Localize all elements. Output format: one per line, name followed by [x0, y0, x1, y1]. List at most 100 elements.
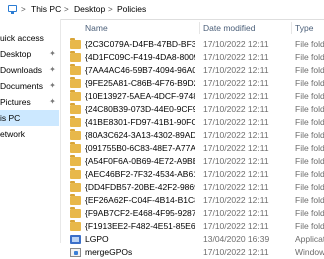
- file-row[interactable]: {7AA4AC46-59B7-4094-96A0-A88E90465... 17/…: [61, 64, 324, 77]
- file-name: {4D1FC09C-F419-4DA8-8009-CE9A04F1...: [85, 52, 195, 62]
- nav-item-label: Pictures: [0, 97, 31, 107]
- file-name: {EF26A62F-C04F-4B14-B1C8-379D36C5E...: [85, 195, 195, 205]
- file-date-modified: 17/10/2022 12:11: [203, 182, 269, 192]
- file-type: File folder: [295, 143, 324, 153]
- nav-item[interactable]: uick access: [0, 30, 59, 46]
- folder-icon: [70, 168, 81, 179]
- folder-icon: [70, 194, 81, 205]
- address-bar[interactable]: > This PC > Desktop > Policies: [0, 0, 324, 20]
- file-name: {9FE25A81-C86B-4F76-B9D2-147E9BED9...: [85, 78, 195, 88]
- file-row[interactable]: {24C80B39-073D-44E0-9CF9-1FC70BC29... 17/…: [61, 103, 324, 116]
- nav-item[interactable]: etwork: [0, 126, 59, 142]
- file-row[interactable]: {80A3C624-3A13-4302-89AD-62D667966... 17/…: [61, 129, 324, 142]
- file-type: File folder: [295, 39, 324, 49]
- file-name: {7AA4AC46-59B7-4094-96A0-A88E90465...: [85, 65, 195, 75]
- file-row[interactable]: {9FE25A81-C86B-4F76-B9D2-147E9BED9... 17/…: [61, 77, 324, 90]
- breadcrumb-this-pc[interactable]: This PC: [31, 4, 61, 15]
- folder-icon: [70, 116, 81, 127]
- file-name: {24C80B39-073D-44E0-9CF9-1FC70BC29...: [85, 104, 195, 114]
- file-date-modified: 17/10/2022 12:11: [203, 130, 269, 140]
- file-date-modified: 13/04/2020 16:39: [203, 234, 270, 244]
- folder-icon: [70, 64, 81, 75]
- nav-item-label: etwork: [0, 129, 26, 139]
- folder-icon: [70, 103, 81, 114]
- file-name: {10E13927-5AEA-4DCF-9748-C9B88A65E...: [85, 91, 195, 101]
- column-divider[interactable]: [199, 22, 200, 34]
- nav-item[interactable]: Desktop ✦: [0, 46, 59, 62]
- nav-item[interactable]: Documents ✦: [0, 78, 59, 94]
- folder-icon: [70, 129, 81, 140]
- file-name: {F1913EE2-F482-4E51-85E6-2298 1A75C3...: [85, 221, 195, 231]
- file-type: File folder: [295, 195, 324, 205]
- file-type: Windows P...: [295, 247, 324, 257]
- file-date-modified: 17/10/2022 12:11: [203, 39, 269, 49]
- nav-item-label: is PC: [0, 113, 21, 123]
- file-row[interactable]: {091755B0-6C83-48E7-A77A-E89DDCE82... 17/…: [61, 142, 324, 155]
- folder-icon: [70, 207, 81, 218]
- file-row[interactable]: LGPO 13/04/2020 16:39 Application: [61, 233, 324, 246]
- file-type: Application: [295, 234, 324, 244]
- file-type: File folder: [295, 130, 324, 140]
- navigation-pane: uick access Desktop ✦ Downloads ✦ Documents ✦ P…: [0, 19, 61, 243]
- file-name: {80A3C624-3A13-4302-89AD-62D667966...: [85, 130, 195, 140]
- column-header-name[interactable]: Name: [85, 19, 108, 37]
- nav-item-label: Desktop: [0, 49, 32, 59]
- nav-item-label: Documents: [0, 81, 43, 91]
- folder-icon: [70, 51, 81, 62]
- file-date-modified: 17/10/2022 12:11: [203, 104, 269, 114]
- file-name: LGPO: [85, 234, 109, 244]
- folder-icon: [70, 38, 81, 49]
- breadcrumb-policies[interactable]: Policies: [117, 4, 146, 15]
- file-type: File folder: [295, 117, 324, 127]
- pin-icon[interactable]: ✦: [48, 78, 57, 94]
- file-date-modified: 17/10/2022 12:11: [203, 247, 269, 257]
- file-type: File folder: [295, 52, 324, 62]
- column-header-row: Name Date modified Type: [61, 19, 324, 37]
- breadcrumb-desktop[interactable]: Desktop: [74, 4, 105, 15]
- breadcrumb-separator: >: [64, 5, 69, 14]
- file-name: {AEC46BF2-7F32-4534-AB61-8169B7CD9...: [85, 169, 195, 179]
- file-date-modified: 17/10/2022 12:11: [203, 52, 269, 62]
- folder-icon: [70, 220, 81, 231]
- file-type: File folder: [295, 169, 324, 179]
- file-date-modified: 17/10/2022 12:11: [203, 143, 269, 153]
- folder-icon: [70, 77, 81, 88]
- file-row[interactable]: {10E13927-5AEA-4DCF-9748-C9B88A65E... 17/…: [61, 90, 324, 103]
- file-date-modified: 17/10/2022 12:11: [203, 65, 269, 75]
- column-header-type[interactable]: Type: [295, 19, 313, 37]
- file-row[interactable]: mergeGPOs 17/10/2022 12:11 Windows P...: [61, 246, 324, 259]
- file-list: Name Date modified Type {2C3C079A-D4FB-4…: [61, 19, 324, 257]
- folder-icon: [70, 155, 81, 166]
- file-date-modified: 17/10/2022 12:11: [203, 78, 269, 88]
- file-type: File folder: [295, 78, 324, 88]
- pin-icon[interactable]: ✦: [48, 62, 57, 78]
- breadcrumb-separator: >: [108, 5, 113, 14]
- file-name: {F9AB7CF2-E468-4F95-9287-FD18D13B7...: [85, 208, 195, 218]
- file-date-modified: 17/10/2022 12:11: [203, 195, 269, 205]
- file-row[interactable]: {F1913EE2-F482-4E51-85E6-2298 1A75C3... 1…: [61, 220, 324, 233]
- file-row[interactable]: {F9AB7CF2-E468-4F95-9287-FD18D13B7... 17/…: [61, 207, 324, 220]
- breadcrumb-separator: >: [21, 5, 26, 14]
- file-name: {091755B0-6C83-48E7-A77A-E89DDCE82...: [85, 143, 195, 153]
- file-date-modified: 17/10/2022 12:11: [203, 221, 269, 231]
- file-row[interactable]: {2C3C079A-D4FB-47BD-BF32-DE883E9A... 17/1…: [61, 38, 324, 51]
- file-type: File folder: [295, 182, 324, 192]
- script-icon: [70, 248, 81, 257]
- file-row[interactable]: {DD4FDB57-20BE-42F2-9869-7C4611C4C... 17/…: [61, 181, 324, 194]
- pin-icon[interactable]: ✦: [48, 46, 57, 62]
- file-row[interactable]: {AEC46BF2-7F32-4534-AB61-8169B7CD9... 17/…: [61, 168, 324, 181]
- nav-item[interactable]: is PC: [0, 110, 59, 126]
- file-type: File folder: [295, 65, 324, 75]
- file-row[interactable]: {EF26A62F-C04F-4B14-B1C8-379D36C5E... 17/…: [61, 194, 324, 207]
- nav-item[interactable]: Pictures ✦: [0, 94, 59, 110]
- pin-icon[interactable]: ✦: [48, 94, 57, 110]
- column-header-date[interactable]: Date modified: [203, 19, 255, 37]
- file-name: mergeGPOs: [85, 247, 133, 257]
- file-row[interactable]: {4D1FC09C-F419-4DA8-8009-CE9A04F1... 17/1…: [61, 51, 324, 64]
- column-divider[interactable]: [291, 22, 292, 34]
- folder-icon: [70, 90, 81, 101]
- folder-icon: [70, 181, 81, 192]
- file-row[interactable]: {A54F0F6A-0B69-4E72-A9BE-0CA0B58D5... 17/…: [61, 155, 324, 168]
- nav-item[interactable]: Downloads ✦: [0, 62, 59, 78]
- file-row[interactable]: {41BE8301-FD97-41B1-90FC-8623E8F02... 17/…: [61, 116, 324, 129]
